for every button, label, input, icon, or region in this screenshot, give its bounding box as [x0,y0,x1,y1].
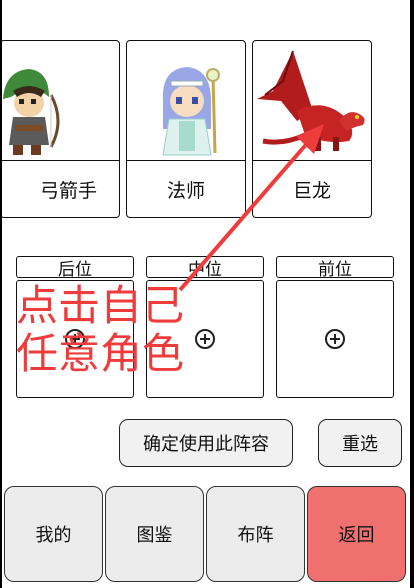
character-name-archer: 弓箭手 [2,160,119,217]
archer-portrait [2,41,119,161]
formation-slot-front[interactable] [276,280,394,398]
slot-label-middle: 中位 [146,256,264,280]
character-name-mage: 法师 [127,160,245,217]
add-circle-icon [195,329,215,349]
confirm-lineup-button[interactable]: 确定使用此阵容 [119,419,293,467]
character-name-dragon: 巨龙 [253,160,371,217]
slot-label-back: 后位 [16,256,134,280]
tab-mine[interactable]: 我的 [4,486,103,582]
mage-portrait [127,41,245,161]
add-circle-icon [65,329,85,349]
character-card-mage[interactable]: 法师 [126,40,246,218]
tab-back[interactable]: 返回 [307,486,406,582]
slot-label-front: 前位 [276,256,394,280]
red-dragon-portrait [253,41,371,161]
character-card-dragon[interactable]: 巨龙 [252,40,372,218]
character-strip[interactable]: 弓箭手 法师 巨龙 [2,40,410,222]
tab-formation[interactable]: 布阵 [206,486,305,582]
formation-slot-back[interactable] [16,280,134,398]
character-card-archer[interactable]: 弓箭手 [2,40,120,218]
formation-slot-middle[interactable] [146,280,264,398]
tab-guide[interactable]: 图鉴 [105,486,204,582]
reset-button[interactable]: 重选 [318,419,402,467]
game-screen: 弓箭手 法师 巨龙 后位 中位 前位 确定使用此阵容 重选 我的 图鉴 布阵 返… [2,0,410,588]
add-circle-icon [325,329,345,349]
